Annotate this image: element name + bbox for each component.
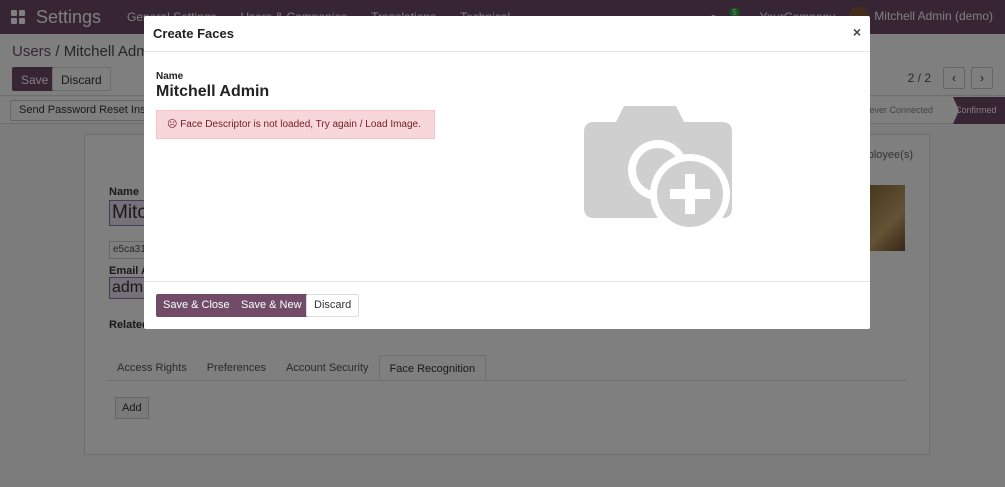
camera-add-icon[interactable] [584,102,734,237]
modal-header: Create Faces × [144,16,870,52]
save-close-button[interactable]: Save & Close [156,294,237,317]
modal-discard-button[interactable]: Discard [306,294,360,317]
modal-footer: Save & Close Save & New Discard [144,281,870,329]
close-icon[interactable]: × [853,24,861,40]
save-new-button[interactable]: Save & New [234,294,309,317]
face-name-value: Mitchell Admin [156,83,270,100]
face-name-label: Name [156,71,184,82]
face-descriptor-alert: ☹ Face Descriptor is not loaded, Try aga… [156,110,435,139]
plus-badge [650,154,730,234]
create-faces-dialog: Create Faces × Name Mitchell Admin ☹ Fac… [144,16,870,329]
modal-title: Create Faces [153,26,234,41]
